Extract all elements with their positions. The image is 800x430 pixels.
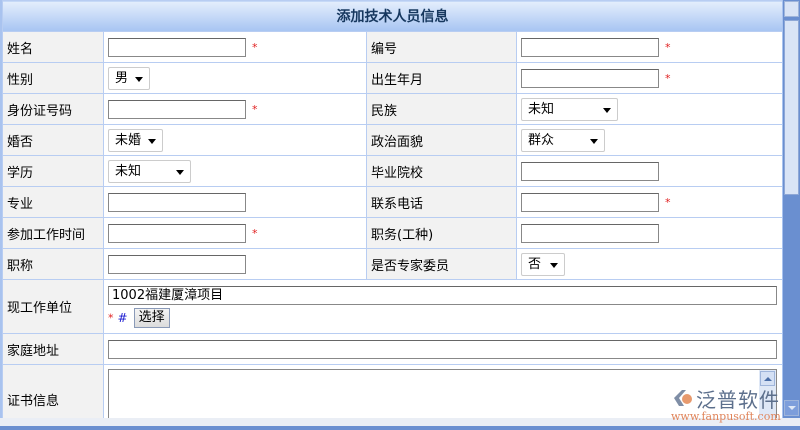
scroll-thumb[interactable] [784,20,799,195]
expert-value: 否 [528,256,542,272]
position-input[interactable] [521,223,659,243]
title-input[interactable] [108,254,246,274]
label-birth-date: 出生年月 [366,62,517,94]
label-expert: 是否专家委员 [366,248,517,280]
label-id-number: 身份证号码 [2,93,104,125]
marital-select[interactable]: 未婚 [108,128,163,152]
label-certificate: 证书信息 [2,364,104,418]
scroll-up-icon[interactable] [760,371,775,386]
certificate-textarea[interactable] [108,369,777,418]
hash-mark: # [117,310,128,325]
label-work-start: 参加工作时间 [2,217,104,249]
label-name: 姓名 [2,31,104,63]
number-input[interactable] [521,37,659,57]
required-mark: * [252,226,258,240]
form-title: 添加技术人员信息 [2,0,782,32]
major-input[interactable] [108,192,246,212]
chevron-down-icon [550,262,558,268]
required-mark: * [252,102,258,116]
required-mark: * [252,40,258,54]
expert-select[interactable]: 否 [521,252,565,276]
label-number: 编号 [366,31,517,63]
work-start-input[interactable] [108,223,246,243]
gender-value: 男 [115,70,129,86]
label-ethnicity: 民族 [366,93,517,125]
label-work-unit: 现工作单位 [2,279,104,334]
chevron-down-icon [135,76,143,82]
label-position: 职务(工种) [366,217,517,249]
work-unit-input[interactable]: 1002福建厦漳项目 [108,285,777,305]
birth-date-input[interactable] [521,68,659,88]
required-mark: * [665,40,671,54]
id-number-input[interactable] [108,99,246,119]
ethnicity-select[interactable]: 未知 [521,97,618,121]
form-panel: 添加技术人员信息 姓名 * 编号 * 性别 男 出生年月 * 身份证号码 * 民… [0,0,782,418]
gender-select[interactable]: 男 [108,66,150,90]
scroll-down-icon[interactable] [784,400,799,416]
chevron-down-icon [176,169,184,175]
home-address-input[interactable] [108,339,777,359]
marital-value: 未婚 [115,132,142,148]
label-political: 政治面貌 [366,124,517,156]
form-table: 添加技术人员信息 姓名 * 编号 * 性别 男 出生年月 * 身份证号码 * 民… [2,0,782,418]
label-education: 学历 [2,155,104,187]
chevron-down-icon [603,107,611,113]
select-button[interactable]: 选择 [133,307,170,328]
label-major: 专业 [2,186,104,218]
label-title: 职称 [2,248,104,280]
chevron-down-icon [148,138,156,144]
political-select[interactable]: 群众 [521,128,605,152]
ethnicity-value: 未知 [528,101,555,117]
scroll-up-icon[interactable] [784,1,799,17]
school-input[interactable] [521,161,659,181]
label-gender: 性别 [2,62,104,94]
label-home-address: 家庭地址 [2,333,104,365]
label-marital: 婚否 [2,124,104,156]
required-mark: * [108,311,114,324]
page-scrollbar[interactable] [782,0,800,418]
education-value: 未知 [115,163,142,179]
phone-input[interactable] [521,192,659,212]
political-value: 群众 [528,132,555,148]
required-mark: * [665,71,671,85]
required-mark: * [665,195,671,209]
chevron-down-icon [590,138,598,144]
label-phone: 联系电话 [366,186,517,218]
name-input[interactable] [108,37,246,57]
bottom-bar [0,418,800,430]
label-school: 毕业院校 [366,155,517,187]
education-select[interactable]: 未知 [108,159,191,183]
textarea-scrollbar[interactable] [759,370,776,418]
